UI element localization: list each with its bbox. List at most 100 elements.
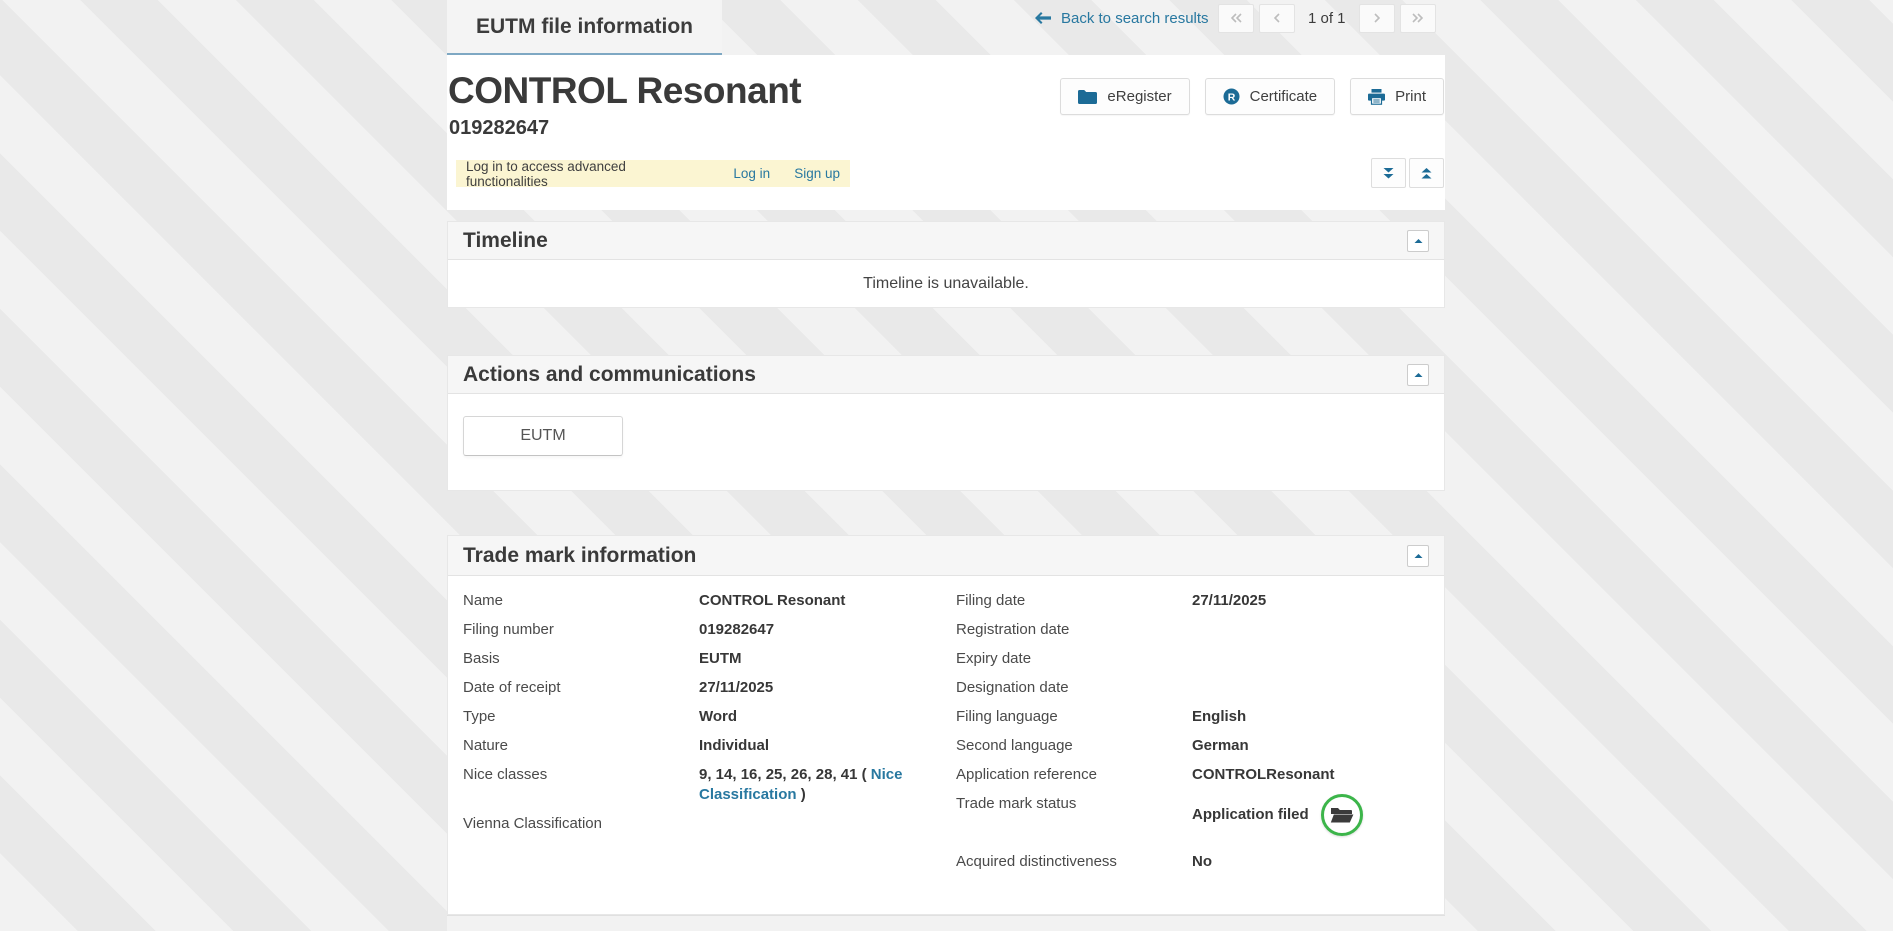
- field-label: Filing number: [463, 620, 699, 640]
- actions-communications-section: Actions and communications EUTM: [447, 355, 1445, 491]
- next-section-header-strip: [447, 915, 1445, 931]
- results-pagination: 1 of 1: [1218, 3, 1446, 33]
- field-nature: NatureIndividual: [463, 736, 956, 756]
- print-button[interactable]: Print: [1350, 78, 1444, 115]
- collapse-all-sections-button[interactable]: [1409, 158, 1444, 188]
- svg-text:R: R: [1227, 91, 1235, 103]
- field-acquired-distinctiveness: Acquired distinctivenessNo: [956, 852, 1444, 872]
- timeline-collapse-button[interactable]: [1407, 230, 1429, 252]
- log-in-link[interactable]: Log in: [733, 166, 770, 181]
- field-value: EUTM: [699, 649, 742, 669]
- trademark-fields-right-column: Filing date27/11/2025 Registration date Ex…: [956, 591, 1444, 881]
- pagination-first-button[interactable]: [1218, 4, 1254, 33]
- field-nice-classes: Nice classes9, 14, 16, 25, 26, 28, 41 ( …: [463, 765, 956, 805]
- header-action-buttons: eRegister R Certificate Print: [1060, 78, 1444, 115]
- trademark-section-body: NameCONTROL ResonantFiling number0192826…: [448, 576, 1444, 881]
- page-title: CONTROL Resonant: [448, 70, 801, 112]
- field-value: English: [1192, 707, 1246, 727]
- section-expand-collapse-controls: [1371, 158, 1444, 188]
- expand-all-sections-button[interactable]: [1371, 158, 1406, 188]
- field-value: 27/11/2025: [1192, 591, 1266, 611]
- trademark-section-title: Trade mark information: [463, 544, 696, 568]
- field-value: CONTROLResonant: [1192, 765, 1335, 785]
- field-filing-number: Filing number019282647: [463, 620, 956, 640]
- folder-icon: [1078, 89, 1097, 104]
- field-label: Acquired distinctiveness: [956, 852, 1192, 872]
- field-name: NameCONTROL Resonant: [463, 591, 956, 611]
- field-label: Name: [463, 591, 699, 611]
- field-label: Expiry date: [956, 649, 1192, 669]
- arrow-left-icon: [1035, 12, 1051, 24]
- field-value: Individual: [699, 736, 769, 756]
- field-value-text: ): [797, 786, 806, 803]
- certificate-button-label: Certificate: [1250, 88, 1318, 105]
- trademark-information-section: Trade mark information NameCONTROL Reson…: [447, 535, 1445, 915]
- chevron-double-left-icon: [1230, 13, 1243, 23]
- printer-icon: [1368, 89, 1385, 105]
- pagination-previous-button[interactable]: [1259, 4, 1295, 33]
- field-designation-date: Designation date: [956, 678, 1444, 698]
- print-button-label: Print: [1395, 88, 1426, 105]
- timeline-section-title: Timeline: [463, 229, 548, 253]
- field-value: German: [1192, 736, 1249, 756]
- chevron-up-icon: [1414, 372, 1423, 378]
- field-date-of-receipt: Date of receipt27/11/2025: [463, 678, 956, 698]
- field-value: CONTROL Resonant: [699, 591, 845, 611]
- field-basis: BasisEUTM: [463, 649, 956, 669]
- field-value: 019282647: [699, 620, 774, 640]
- chevron-up-icon: [1414, 238, 1423, 244]
- field-label: Application reference: [956, 765, 1192, 785]
- field-value: 9, 14, 16, 25, 26, 28, 41 ( Nice Classif…: [699, 765, 945, 805]
- field-value: Application filed: [1192, 794, 1363, 836]
- tab-eutm-file-information[interactable]: EUTM file information: [447, 0, 722, 55]
- tab-title: EUTM file information: [476, 15, 693, 39]
- field-label: Type: [463, 707, 699, 727]
- field-expiry-date: Expiry date: [956, 649, 1444, 669]
- trademark-collapse-button[interactable]: [1407, 545, 1429, 567]
- field-label: Nice classes: [463, 765, 699, 785]
- timeline-section: Timeline Timeline is unavailable.: [447, 221, 1445, 308]
- actions-section-body: EUTM: [448, 394, 1444, 456]
- field-value: 27/11/2025: [699, 678, 773, 698]
- timeline-section-header: Timeline: [448, 222, 1444, 260]
- sign-up-link[interactable]: Sign up: [794, 166, 840, 181]
- chevron-up-icon: [1414, 553, 1423, 559]
- folder-open-status-icon: [1321, 794, 1363, 836]
- pagination-status: 1 of 1: [1300, 10, 1354, 27]
- login-prompt-bar: Log in to access advanced functionalitie…: [456, 160, 850, 187]
- field-label: Designation date: [956, 678, 1192, 698]
- field-filing-date: Filing date27/11/2025: [956, 591, 1444, 611]
- field-label: Date of receipt: [463, 678, 699, 698]
- registered-icon: R: [1223, 88, 1240, 105]
- chevron-double-right-icon: [1411, 13, 1424, 23]
- field-value: No: [1192, 852, 1212, 872]
- pagination-next-button[interactable]: [1359, 4, 1395, 33]
- field-label: Filing date: [956, 591, 1192, 611]
- back-to-search-results-link[interactable]: Back to search results: [1035, 7, 1209, 29]
- field-label: Trade mark status: [956, 794, 1192, 814]
- field-label: Second language: [956, 736, 1192, 756]
- field-value-text: 9, 14, 16, 25, 26, 28, 41 (: [699, 766, 871, 783]
- filing-number-subtitle: 019282647: [449, 117, 549, 140]
- field-trade-mark-status: Trade mark statusApplication filed: [956, 794, 1444, 836]
- timeline-empty-message: Timeline is unavailable.: [448, 260, 1444, 308]
- field-label: Vienna Classification: [463, 814, 699, 834]
- pagination-last-button[interactable]: [1400, 4, 1436, 33]
- chevron-left-icon: [1273, 13, 1281, 23]
- field-value-text: Application filed: [1192, 805, 1309, 825]
- certificate-button[interactable]: R Certificate: [1205, 78, 1336, 115]
- login-prompt-message: Log in to access advanced functionalitie…: [466, 159, 709, 189]
- field-vienna-classification: Vienna Classification: [463, 814, 956, 834]
- chevron-right-icon: [1373, 13, 1381, 23]
- field-registration-date: Registration date: [956, 620, 1444, 640]
- trademark-fields-left-column: NameCONTROL ResonantFiling number0192826…: [463, 591, 956, 881]
- eregister-button[interactable]: eRegister: [1060, 78, 1189, 115]
- field-label: Filing language: [956, 707, 1192, 727]
- field-type: TypeWord: [463, 707, 956, 727]
- actions-section-title: Actions and communications: [463, 363, 756, 387]
- trademark-section-header: Trade mark information: [448, 536, 1444, 576]
- eutm-tab-button[interactable]: EUTM: [463, 416, 623, 456]
- file-header-panel: CONTROL Resonant 019282647 eRegister R C…: [447, 55, 1445, 210]
- field-application-reference: Application referenceCONTROLResonant: [956, 765, 1444, 785]
- actions-collapse-button[interactable]: [1407, 364, 1429, 386]
